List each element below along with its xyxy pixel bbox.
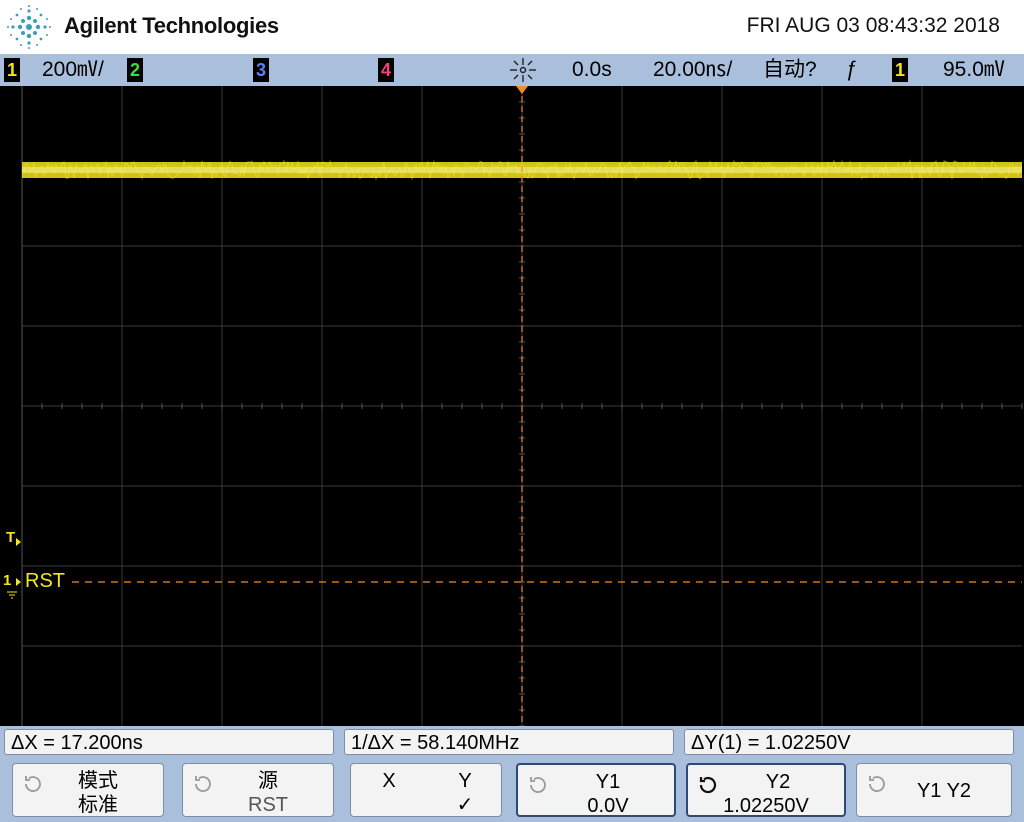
y2-softkey-title: Y2 [765, 771, 791, 793]
mode-softkey-value: 标准 [78, 794, 118, 816]
y-cursor-label: Y [458, 770, 472, 792]
waveform-graticule [7, 86, 1023, 726]
y2-softkey[interactable]: Y2 1.02250V [686, 763, 846, 817]
mode-softkey[interactable]: 模式 标准 [12, 763, 164, 817]
trigger-level: 95.0㎷ [943, 58, 1005, 81]
mode-softkey-title: 模式 [78, 770, 118, 792]
y1-y2-softkey-label: Y1 Y2 [916, 780, 972, 802]
source-softkey-title: 源 [258, 770, 278, 792]
waveform-display[interactable]: T 1 RST [0, 86, 1024, 726]
y1-softkey[interactable]: Y1 0.0V [516, 763, 676, 817]
channel-1-indicator[interactable]: 1 [4, 58, 20, 82]
channel-2-indicator[interactable]: 2 [127, 58, 143, 82]
softkey-bar: 模式 标准 源 RST X Y ✓ Y1 0.0V Y2 1.02250V Y1… [0, 758, 1024, 822]
source-softkey-value: RST [248, 794, 288, 816]
trigger-source-indicator: 1 [892, 58, 908, 82]
inverse-delta-x-readout: 1/ΔX = 58.140MHz [344, 729, 674, 755]
trigger-level-marker: T [6, 529, 16, 546]
channel-1-scale: 200㎷/ [42, 58, 104, 81]
brand-name: Agilent Technologies [64, 13, 279, 38]
channel-1-ground-marker: 1 [3, 572, 12, 589]
date-time: FRI AUG 03 08:43:32 2018 [746, 14, 1000, 37]
status-bar: 1 200㎷/ 2 3 4 0.0s 20.00㎱/ 自动? ƒ 1 95.0㎷ [0, 54, 1024, 86]
acquisition-run-icon [510, 58, 536, 82]
time-offset: 0.0s [572, 58, 612, 81]
y1-softkey-title: Y1 [595, 771, 621, 793]
y1-softkey-value: 0.0V [587, 795, 629, 817]
time-scale: 20.00㎱/ [653, 58, 733, 81]
y-cursor-selected-check-icon: ✓ [456, 794, 474, 816]
channel-1-arrow-icon [16, 578, 21, 586]
xy-cursor-softkey[interactable]: X Y ✓ [350, 763, 502, 817]
trigger-level-arrow-icon [16, 538, 21, 546]
agilent-spark-logo-icon [7, 5, 51, 49]
trigger-slope-icon: ƒ [845, 58, 857, 81]
y2-softkey-value: 1.02250V [723, 795, 809, 817]
x-cursor-label: X [382, 770, 396, 792]
channel-3-indicator[interactable]: 3 [253, 58, 269, 82]
channel-1-label: RST [25, 570, 65, 592]
header-bar: Agilent Technologies FRI AUG 03 08:43:32… [0, 0, 1024, 54]
channel-4-indicator[interactable]: 4 [378, 58, 394, 82]
trigger-position-marker-icon [516, 86, 528, 94]
delta-y-readout: ΔY(1) = 1.02250V [684, 729, 1014, 755]
source-softkey[interactable]: 源 RST [182, 763, 334, 817]
delta-x-readout: ΔX = 17.200ns [4, 729, 334, 755]
y1-y2-softkey[interactable]: Y1 Y2 [856, 763, 1012, 817]
trigger-mode: 自动? [763, 58, 817, 81]
cursor-measurement-bar: ΔX = 17.200ns 1/ΔX = 58.140MHz ΔY(1) = 1… [0, 726, 1024, 758]
